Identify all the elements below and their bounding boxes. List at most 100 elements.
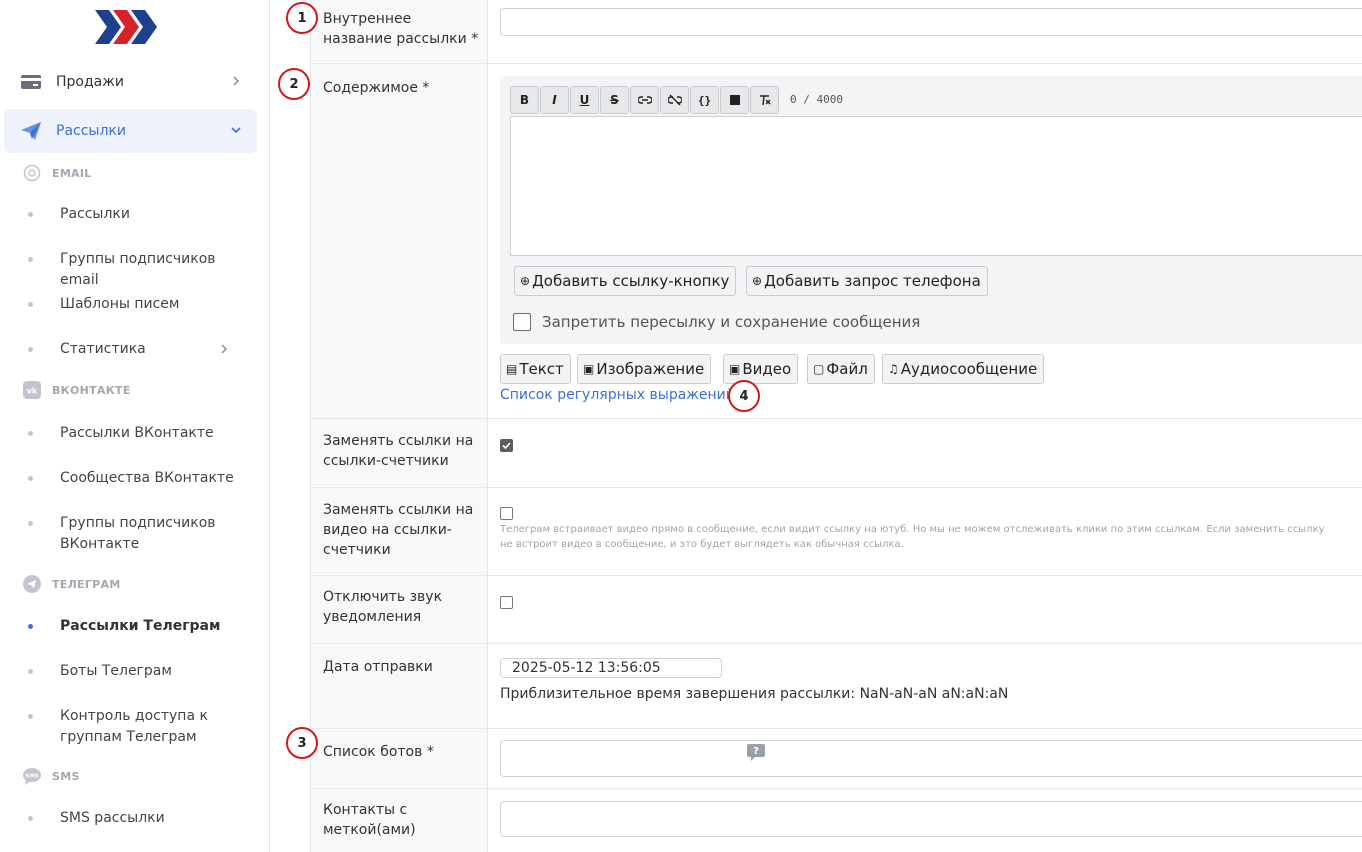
sidebar-item-label: Шаблоны писем [60,296,180,312]
type-text-button[interactable]: ▤ Текст [500,354,571,384]
at-sign-icon [23,164,41,182]
nav-mailings[interactable]: Рассылки [4,109,257,153]
content-textarea[interactable] [510,116,1362,256]
section-vk: vk ВКОНТАКТЕ [22,379,131,401]
replace-video-checkbox[interactable] [500,507,513,520]
row-bots: Список ботов * [310,729,1362,789]
svg-text:vk: vk [27,387,38,396]
type-video-button[interactable]: ▣ Видео [723,354,799,384]
sidebar-item-label: Группы подписчиков email [60,251,216,288]
code-button[interactable]: {} [690,86,719,114]
underline-button[interactable]: U [570,86,599,114]
sidebar-item-label: Контроль доступа к группам Телеграм [60,708,208,745]
logo-icon[interactable] [95,8,157,46]
nav-sales[interactable]: Продажи [4,60,257,104]
section-telegram-label: ТЕЛЕГРАМ [52,577,121,591]
replace-video-note: Телеграм встраивает видео прямо в сообще… [500,524,1325,550]
text-icon: ▤ [506,362,518,376]
content-label: Содержимое * [323,80,430,96]
forbid-forward-label: Запретить пересылку и сохранение сообщен… [542,313,921,331]
internal-name-input[interactable] [500,8,1362,36]
replace-links-checkbox[interactable] [500,439,513,452]
video-file-icon: ▣ [729,362,741,376]
silent-label: Отключить звук уведомления [323,589,443,625]
type-image-button[interactable]: ▣ Изображение [577,354,712,384]
marker-3: 3 [286,727,318,759]
nav-mailings-label: Рассылки [56,123,126,139]
unlink-button[interactable] [660,86,689,114]
eta-text: Приблизительное время завершения рассылк… [500,686,1009,702]
bullet-icon [28,257,33,262]
section-email-label: EMAIL [52,166,92,180]
forbid-forward-checkbox[interactable] [513,313,531,331]
replace-links-label: Заменять ссылки на ссылки-счетчики [323,433,474,469]
bullet-icon [28,714,33,719]
row-replace-links: Заменять ссылки на ссылки-счетчики [310,419,1362,488]
music-note-icon: ♫ [888,362,899,376]
send-date-label: Дата отправки [323,659,433,675]
mailing-form: Внутреннее название рассылки * Содержимо… [278,0,1362,852]
section-vk-label: ВКОНТАКТЕ [52,383,131,397]
bullet-icon [28,669,33,674]
strike-button[interactable]: S [600,86,629,114]
send-date-input[interactable]: 2025-05-12 13:56:05 [500,658,722,678]
sidebar-item-label: Рассылки ВКонтакте [60,425,214,441]
spoiler-icon [729,95,740,105]
row-contacts: Контакты с меткой(ами) [310,789,1362,852]
help-icon[interactable]: ? [746,742,766,762]
add-phone-button[interactable]: ⊕ Добавить запрос телефона [746,266,988,296]
telegram-icon [23,575,41,593]
bullet-icon [28,816,33,821]
clear-format-button[interactable] [750,86,779,114]
sidebar-item-label: Рассылки [60,206,130,222]
vk-icon: vk [23,381,41,399]
bots-input[interactable] [500,740,1362,777]
marker-2: 2 [278,68,310,100]
sidebar-item-label: Боты Телеграм [60,663,172,679]
image-file-icon: ▣ [583,362,595,376]
nav-sales-label: Продажи [56,74,124,90]
link-button[interactable] [630,86,659,114]
bullet-icon [28,476,33,481]
bullet-icon [28,212,33,217]
row-silent: Отключить звук уведомления [310,576,1362,644]
spoiler-button[interactable] [720,86,749,114]
sidebar-item-label: Рассылки Телеграм [60,618,221,634]
bullet-icon [28,624,33,629]
paper-plane-icon [21,122,41,140]
type-file-button[interactable]: ▢ Файл [807,354,875,384]
sidebar: Продажи Рассылки EMAIL Рассылки Группы п… [0,0,270,852]
card-icon [21,75,41,89]
sidebar-item-label: Группы подписчиков ВКонтакте [60,515,216,552]
chevron-down-icon [231,127,241,134]
file-icon: ▢ [813,362,825,376]
section-telegram: ТЕЛЕГРАМ [22,573,121,595]
sidebar-item-label: Сообщества ВКонтакте [60,470,234,486]
bullet-icon [28,431,33,436]
section-email: EMAIL [22,162,92,184]
italic-button[interactable]: I [540,86,569,114]
contacts-input[interactable] [500,801,1362,837]
internal-name-label: Внутреннее название рассылки * [323,11,479,47]
section-sms: SMS SMS [22,765,80,787]
clear-format-icon [759,95,770,106]
bold-button[interactable]: B [510,86,539,114]
bots-label: Список ботов * [323,744,434,760]
marker-4: 4 [728,380,760,412]
link-icon [637,96,652,104]
unlink-icon [667,94,682,106]
chevron-right-icon [221,344,228,354]
sidebar-item-label: SMS рассылки [60,810,165,826]
type-audio-button[interactable]: ♫ Аудиосообщение [882,354,1045,384]
bullet-icon [28,302,33,307]
add-icon: ⊕ [752,274,763,288]
silent-checkbox[interactable] [500,596,513,609]
marker-1: 1 [286,2,318,34]
regex-list-link[interactable]: Список регулярных выражений [500,387,735,403]
bullet-icon [28,347,33,352]
contacts-label: Контакты с меткой(ами) [323,802,416,838]
chevron-right-icon [233,76,240,86]
row-internal-name: Внутреннее название рассылки * [310,0,1362,64]
check-icon [502,442,511,450]
add-link-button[interactable]: ⊕ Добавить ссылку-кнопку [514,266,737,296]
